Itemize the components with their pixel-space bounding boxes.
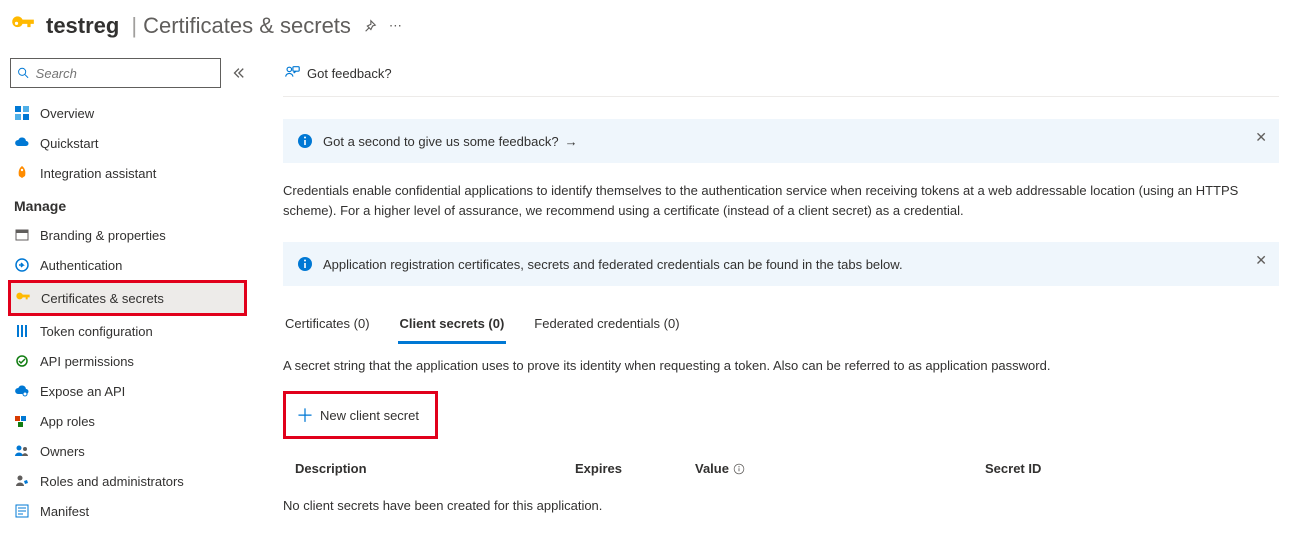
key-icon — [15, 290, 31, 306]
sidebar-item-label: Branding & properties — [40, 228, 166, 243]
token-icon — [14, 323, 30, 339]
tab-client-secrets[interactable]: Client secrets (0) — [398, 306, 507, 344]
search-box[interactable] — [10, 58, 221, 88]
sidebar-item-label: Overview — [40, 106, 94, 121]
close-icon[interactable]: ✕ — [1255, 252, 1267, 269]
page-header: testreg | Certificates & secrets ⋯ — [0, 0, 1291, 58]
sidebar-item-label: Token configuration — [40, 324, 153, 339]
sidebar-item-label: Owners — [40, 444, 85, 459]
col-description: Description — [295, 461, 575, 476]
client-secrets-description: A secret string that the application use… — [283, 358, 1279, 373]
sidebar-item-app-roles[interactable]: App roles — [10, 406, 245, 436]
feedback-label: Got feedback? — [307, 66, 392, 81]
collapse-sidebar-icon[interactable] — [231, 66, 245, 80]
plus-icon: ＋ — [296, 402, 314, 428]
sidebar-item-label: Quickstart — [40, 136, 99, 151]
sidebar-item-label: Expose an API — [40, 384, 125, 399]
sidebar-item-authentication[interactable]: Authentication — [10, 250, 245, 280]
sidebar-item-label: API permissions — [40, 354, 134, 369]
feedback-banner: Got a second to give us some feedback? →… — [283, 119, 1279, 163]
secrets-empty-message: No client secrets have been created for … — [283, 486, 1279, 525]
sidebar-item-branding[interactable]: Branding & properties — [10, 220, 245, 250]
tabs-info-banner: Application registration certificates, s… — [283, 242, 1279, 286]
sidebar-item-label: Roles and administrators — [40, 474, 184, 489]
owners-icon — [14, 443, 30, 459]
info-icon — [297, 133, 313, 149]
app-title: testreg — [46, 13, 119, 39]
sidebar-item-expose-api[interactable]: Expose an API — [10, 376, 245, 406]
pin-icon[interactable] — [363, 19, 377, 33]
sidebar-item-api-permissions[interactable]: API permissions — [10, 346, 245, 376]
branding-icon — [14, 227, 30, 243]
overview-icon — [14, 105, 30, 121]
feedback-banner-text: Got a second to give us some feedback? — [323, 134, 559, 149]
sidebar-item-label: Manifest — [40, 504, 89, 519]
manifest-icon — [14, 503, 30, 519]
sidebar-item-manifest[interactable]: Manifest — [10, 496, 245, 526]
new-secret-label: New client secret — [320, 408, 419, 423]
tabs: Certificates (0) Client secrets (0) Fede… — [283, 306, 1279, 344]
search-input[interactable] — [36, 66, 214, 81]
sidebar: Overview Quickstart Integration assistan… — [0, 58, 255, 545]
expose-icon — [14, 383, 30, 399]
tab-federated[interactable]: Federated credentials (0) — [532, 306, 681, 344]
cloud-icon — [14, 135, 30, 151]
main-content: Got feedback? Got a second to give us so… — [255, 58, 1291, 545]
sidebar-item-roles-admins[interactable]: Roles and administrators — [10, 466, 245, 496]
sidebar-item-quickstart[interactable]: Quickstart — [10, 128, 245, 158]
sidebar-item-label: App roles — [40, 414, 95, 429]
sidebar-item-label: Integration assistant — [40, 166, 156, 181]
manage-group-title: Manage — [10, 188, 245, 220]
credentials-description: Credentials enable confidential applicat… — [283, 181, 1263, 220]
toolbar: Got feedback? — [283, 58, 1279, 97]
search-icon — [17, 66, 30, 80]
feedback-banner-arrow[interactable]: → — [565, 134, 578, 149]
col-secret-id: Secret ID — [985, 461, 1267, 476]
new-client-secret-button[interactable]: ＋ New client secret — [288, 396, 433, 434]
app-roles-icon — [14, 413, 30, 429]
col-value: Value — [695, 461, 985, 476]
more-icon[interactable]: ⋯ — [389, 18, 402, 34]
tab-certificates[interactable]: Certificates (0) — [283, 306, 372, 344]
tabs-info-text: Application registration certificates, s… — [323, 257, 903, 272]
title-divider: | — [131, 13, 137, 39]
sidebar-item-overview[interactable]: Overview — [10, 98, 245, 128]
info-icon[interactable] — [733, 463, 745, 475]
sidebar-item-label: Certificates & secrets — [41, 291, 164, 306]
secrets-table-header: Description Expires Value Secret ID — [283, 451, 1279, 486]
col-expires: Expires — [575, 461, 695, 476]
sidebar-item-integration[interactable]: Integration assistant — [10, 158, 245, 188]
roles-admin-icon — [14, 473, 30, 489]
sidebar-item-certificates-secrets[interactable]: Certificates & secrets — [11, 283, 244, 313]
sidebar-item-owners[interactable]: Owners — [10, 436, 245, 466]
info-icon — [297, 256, 313, 272]
rocket-icon — [14, 165, 30, 181]
feedback-icon — [283, 64, 301, 82]
page-title: Certificates & secrets — [143, 13, 351, 39]
api-perm-icon — [14, 353, 30, 369]
auth-icon — [14, 257, 30, 273]
sidebar-item-label: Authentication — [40, 258, 122, 273]
feedback-link[interactable]: Got feedback? — [283, 64, 392, 82]
sidebar-item-token-config[interactable]: Token configuration — [10, 316, 245, 346]
close-icon[interactable]: ✕ — [1255, 129, 1267, 146]
key-icon — [10, 12, 38, 40]
